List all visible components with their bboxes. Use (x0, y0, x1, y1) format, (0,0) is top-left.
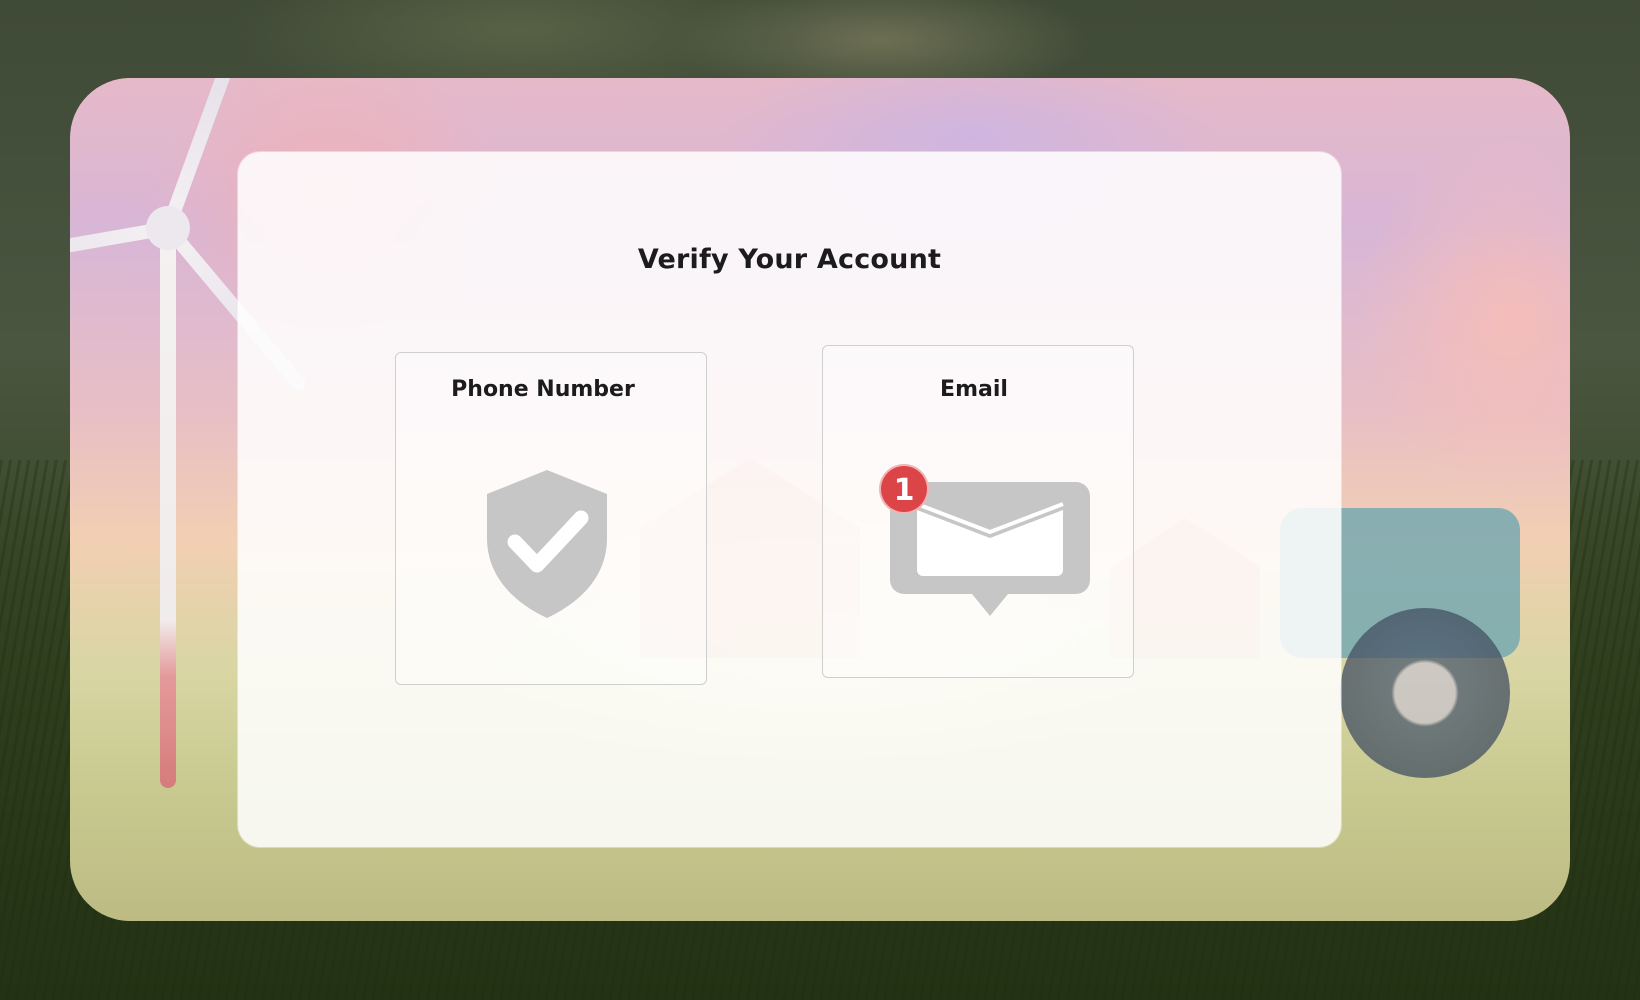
notification-badge: 1 (879, 464, 929, 514)
email-label: Email (940, 377, 1008, 402)
phone-number-option[interactable]: Phone Number (395, 352, 707, 685)
windmill-pole (160, 228, 176, 788)
email-option[interactable]: Email 1 (822, 345, 1134, 678)
verify-card: Verify Your Account Phone Number Email 1 (238, 152, 1341, 847)
windmill-hub (146, 206, 190, 250)
shield-check-icon (487, 470, 607, 618)
phone-number-label: Phone Number (451, 377, 635, 402)
tractor-wheel-illustration (1340, 608, 1510, 778)
page-title: Verify Your Account (637, 244, 942, 275)
